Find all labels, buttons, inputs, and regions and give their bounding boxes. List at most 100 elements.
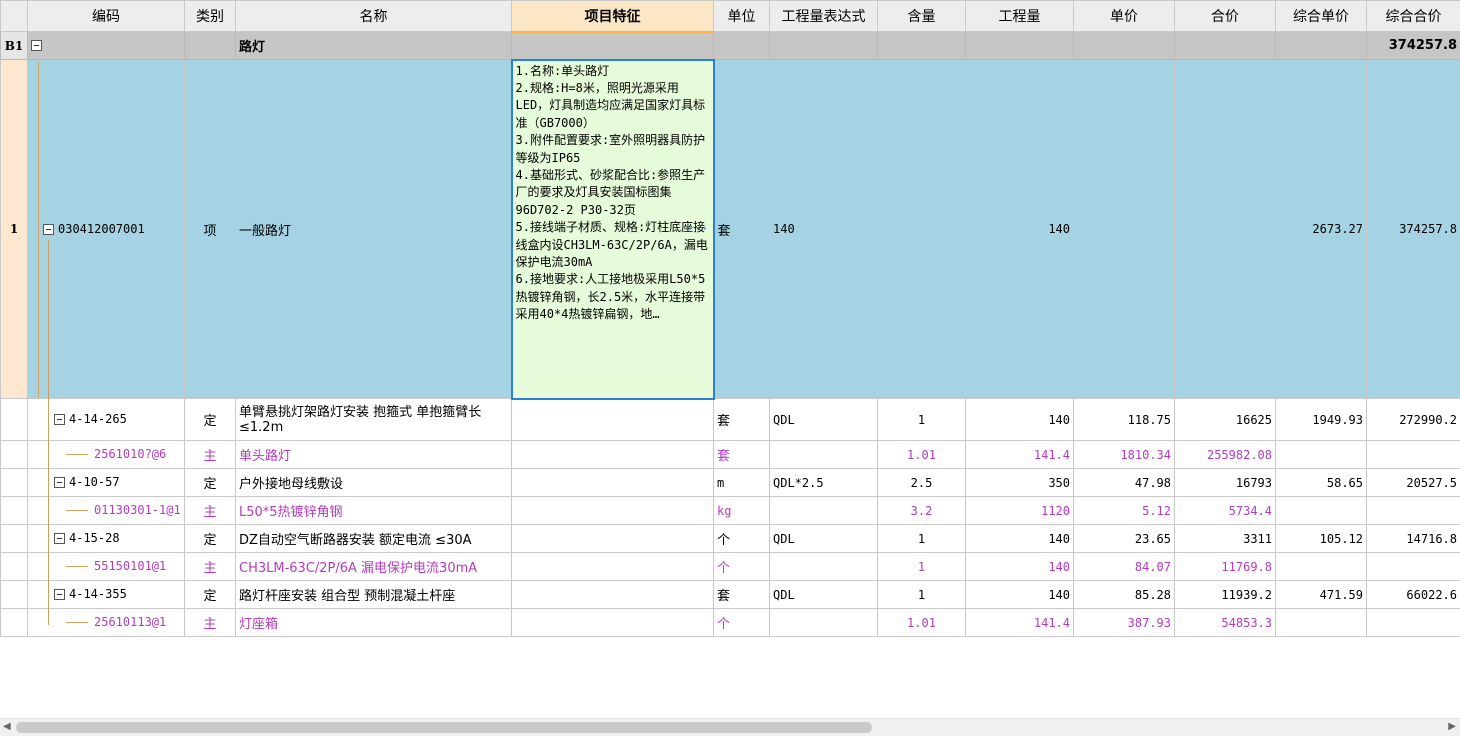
header-feature[interactable]: 项目特征 <box>512 1 714 32</box>
more-icon[interactable]: ··· <box>687 221 709 238</box>
row-content[interactable]: 1 <box>878 553 966 581</box>
row-feature[interactable] <box>512 441 714 469</box>
row-price[interactable]: 1810.34 <box>1074 441 1175 469</box>
row-type[interactable]: 定 <box>185 469 236 497</box>
table-row[interactable]: 4-14-355 定 路灯杆座安装 组合型 预制混凝土杆座 套 QDL 1 14… <box>1 581 1460 609</box>
row-content[interactable]: 1 <box>878 525 966 553</box>
row-type[interactable]: 主 <box>185 441 236 469</box>
row-code-cell[interactable]: 2561010?@6 <box>28 441 185 469</box>
row-code-cell[interactable]: 4-14-355 <box>28 581 185 609</box>
header-comp-price[interactable]: 综合单价 <box>1276 1 1367 32</box>
row-total[interactable]: 255982.08 <box>1175 441 1276 469</box>
header-type[interactable]: 类别 <box>185 1 236 32</box>
scroll-thumb[interactable] <box>16 722 872 733</box>
header-code[interactable]: 编码 <box>28 1 185 32</box>
row-feature[interactable] <box>512 609 714 637</box>
scroll-right-icon[interactable]: ▶ <box>1448 721 1456 732</box>
row-qty[interactable]: 1120 <box>966 497 1074 525</box>
table-row[interactable]: 4-15-28 定 DZ自动空气断路器安装 额定电流 ≤30A 个 QDL 1 … <box>1 525 1460 553</box>
row-content[interactable]: 3.2 <box>878 497 966 525</box>
row-qty[interactable]: 140 <box>966 581 1074 609</box>
row-content[interactable]: 1 <box>878 581 966 609</box>
row-total[interactable]: 11769.8 <box>1175 553 1276 581</box>
main-type[interactable]: 项 <box>185 60 236 399</box>
collapse-icon[interactable] <box>31 40 42 51</box>
row-qty[interactable]: 140 <box>966 553 1074 581</box>
table-row[interactable]: 01130301-1@1 主 L50*5热镀锌角钢 kg 3.2 1120 5.… <box>1 497 1460 525</box>
row-comp-price[interactable]: 1949.93 <box>1276 399 1367 441</box>
row-feature[interactable] <box>512 497 714 525</box>
row-price[interactable]: 118.75 <box>1074 399 1175 441</box>
row-content[interactable]: 1.01 <box>878 609 966 637</box>
main-content[interactable] <box>878 60 966 399</box>
row-name[interactable]: 单臂悬挑灯架路灯安装 抱箍式 单抱箍臂长≤1.2m <box>236 399 512 441</box>
row-name[interactable]: 单头路灯 <box>236 441 512 469</box>
row-expr[interactable] <box>770 441 878 469</box>
row-price[interactable]: 387.93 <box>1074 609 1175 637</box>
row-qty[interactable]: 141.4 <box>966 441 1074 469</box>
row-total[interactable]: 11939.2 <box>1175 581 1276 609</box>
main-comp-total[interactable]: 374257.8 <box>1367 60 1460 399</box>
main-item-row[interactable]: 1 030412007001 项 一般路灯 1.名称:单头路灯 2.规格:H=8… <box>1 60 1460 399</box>
row-unit[interactable]: 套 <box>714 399 770 441</box>
row-expr[interactable] <box>770 497 878 525</box>
row-expr[interactable] <box>770 609 878 637</box>
row-unit[interactable]: 个 <box>714 525 770 553</box>
row-expr[interactable]: QDL <box>770 525 878 553</box>
row-name[interactable]: L50*5热镀锌角钢 <box>236 497 512 525</box>
row-unit[interactable]: 套 <box>714 441 770 469</box>
collapse-icon[interactable] <box>43 224 54 235</box>
table-row[interactable]: 55150101@1 主 CH3LM-63C/2P/6A 漏电保护电流30mA … <box>1 553 1460 581</box>
main-feature-cell[interactable]: 1.名称:单头路灯 2.规格:H=8米，照明光源采用LED，灯具制造均应满足国家… <box>512 60 714 399</box>
row-unit[interactable]: m <box>714 469 770 497</box>
row-comp-total[interactable]: 14716.8 <box>1367 525 1460 553</box>
row-code-cell[interactable]: 55150101@1 <box>28 553 185 581</box>
collapse-icon[interactable] <box>54 414 65 425</box>
row-name[interactable]: 户外接地母线敷设 <box>236 469 512 497</box>
row-code-cell[interactable]: 4-14-265 <box>28 399 185 441</box>
table-row[interactable]: 25610113@1 主 灯座箱 个 1.01 141.4 387.93 548… <box>1 609 1460 637</box>
row-name[interactable]: 灯座箱 <box>236 609 512 637</box>
row-qty[interactable]: 141.4 <box>966 609 1074 637</box>
collapse-icon[interactable] <box>54 589 65 600</box>
header-corner[interactable] <box>1 1 28 32</box>
row-comp-price[interactable] <box>1276 497 1367 525</box>
row-unit[interactable]: 个 <box>714 609 770 637</box>
row-type[interactable]: 定 <box>185 581 236 609</box>
table-row[interactable]: 4-14-265 定 单臂悬挑灯架路灯安装 抱箍式 单抱箍臂长≤1.2m 套 Q… <box>1 399 1460 441</box>
header-unit[interactable]: 单位 <box>714 1 770 32</box>
collapse-icon[interactable] <box>54 477 65 488</box>
row-total[interactable]: 5734.4 <box>1175 497 1276 525</box>
row-code-cell[interactable]: 4-15-28 <box>28 525 185 553</box>
row-total[interactable]: 16793 <box>1175 469 1276 497</box>
row-content[interactable]: 2.5 <box>878 469 966 497</box>
row-name[interactable]: DZ自动空气断路器安装 额定电流 ≤30A <box>236 525 512 553</box>
row-name[interactable]: CH3LM-63C/2P/6A 漏电保护电流30mA <box>236 553 512 581</box>
row-price[interactable]: 47.98 <box>1074 469 1175 497</box>
row-feature[interactable] <box>512 469 714 497</box>
row-type[interactable]: 定 <box>185 525 236 553</box>
row-type[interactable]: 主 <box>185 553 236 581</box>
row-comp-price[interactable] <box>1276 553 1367 581</box>
main-name[interactable]: 一般路灯 <box>236 60 512 399</box>
row-comp-total[interactable] <box>1367 609 1460 637</box>
row-feature[interactable] <box>512 581 714 609</box>
collapse-icon[interactable] <box>54 533 65 544</box>
row-comp-total[interactable] <box>1367 441 1460 469</box>
row-total[interactable]: 54853.3 <box>1175 609 1276 637</box>
row-comp-total[interactable]: 66022.6 <box>1367 581 1460 609</box>
row-comp-price[interactable] <box>1276 609 1367 637</box>
row-price[interactable]: 5.12 <box>1074 497 1175 525</box>
main-price[interactable] <box>1074 60 1175 399</box>
row-comp-total[interactable] <box>1367 497 1460 525</box>
row-total[interactable]: 3311 <box>1175 525 1276 553</box>
table-row[interactable]: 4-10-57 定 户外接地母线敷设 m QDL*2.5 2.5 350 47.… <box>1 469 1460 497</box>
row-comp-price[interactable]: 105.12 <box>1276 525 1367 553</box>
main-code-cell[interactable]: 030412007001 <box>28 60 185 399</box>
row-feature[interactable] <box>512 399 714 441</box>
main-total[interactable] <box>1175 60 1276 399</box>
row-feature[interactable] <box>512 525 714 553</box>
header-name[interactable]: 名称 <box>236 1 512 32</box>
row-price[interactable]: 23.65 <box>1074 525 1175 553</box>
row-qty[interactable]: 350 <box>966 469 1074 497</box>
